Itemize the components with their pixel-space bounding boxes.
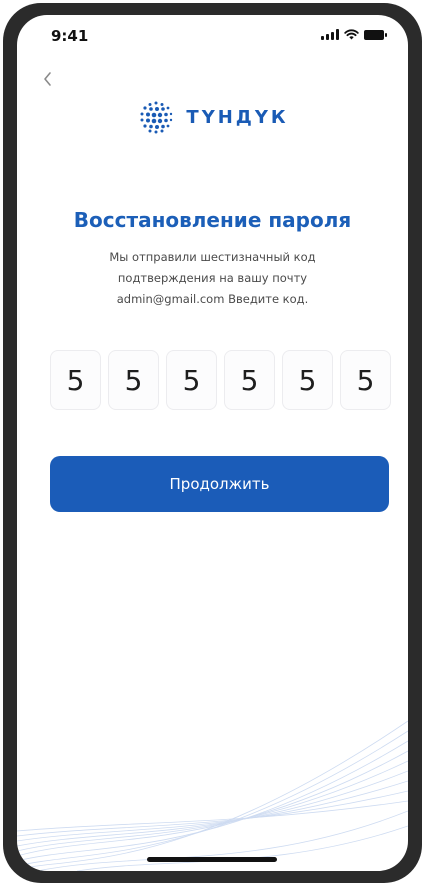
code-digit-1[interactable]: 5 xyxy=(50,350,101,410)
chevron-left-icon xyxy=(44,72,51,86)
code-digit-4[interactable]: 5 xyxy=(224,350,275,410)
code-digit-3[interactable]: 5 xyxy=(166,350,217,410)
phone-screen: 9:41 ТҮНДҮК Восстановление пароля Мы отп… xyxy=(17,15,408,871)
home-indicator[interactable] xyxy=(147,857,277,862)
code-digit-6[interactable]: 5 xyxy=(340,350,391,410)
wifi-icon xyxy=(344,29,359,40)
logo: ТҮНДҮК xyxy=(17,97,408,137)
description-line: Мы отправили шестизначный код xyxy=(109,250,316,264)
logo-text: ТҮНДҮК xyxy=(186,106,289,128)
description: Мы отправили шестизначный код подтвержде… xyxy=(57,247,368,310)
decorative-waves xyxy=(17,720,408,871)
code-digit-2[interactable]: 5 xyxy=(108,350,159,410)
signal-icon xyxy=(321,29,339,40)
status-time: 9:41 xyxy=(51,27,89,45)
code-input-row: 5 5 5 5 5 5 xyxy=(50,350,391,410)
code-digit-5[interactable]: 5 xyxy=(282,350,333,410)
phone-frame: 9:41 ТҮНДҮК Восстановление пароля Мы отп… xyxy=(3,3,422,883)
status-icons xyxy=(321,29,387,40)
back-button[interactable] xyxy=(35,67,59,91)
globe-icon xyxy=(140,101,173,134)
description-line: admin@gmail.com Введите код. xyxy=(116,292,309,306)
description-line: подтверждения на вашу почту xyxy=(117,271,308,285)
continue-button[interactable]: Продолжить xyxy=(50,456,389,512)
page-title: Восстановление пароля xyxy=(73,208,352,232)
battery-icon xyxy=(364,29,387,40)
